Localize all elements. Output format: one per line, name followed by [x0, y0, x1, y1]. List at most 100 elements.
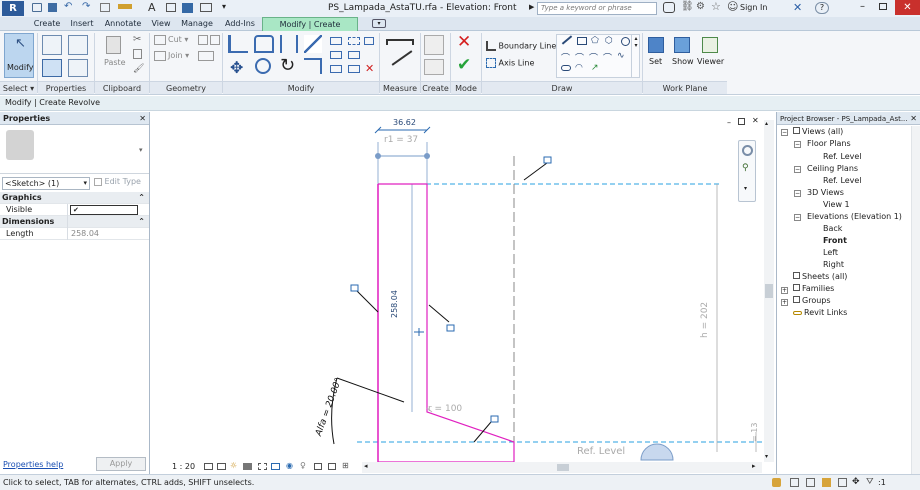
- tree-item-floor-plans[interactable]: Floor Plans: [807, 139, 851, 149]
- nav-dropdown-icon[interactable]: ▾: [744, 185, 747, 192]
- lock-icon[interactable]: [543, 156, 552, 164]
- viewer-button[interactable]: Viewer: [697, 35, 725, 75]
- detail-level-icon[interactable]: [204, 463, 213, 470]
- close-icon[interactable]: ✕: [139, 112, 146, 125]
- move-icon[interactable]: ✥: [230, 58, 243, 77]
- dim-grip[interactable]: [424, 153, 430, 159]
- pin-icon[interactable]: [330, 51, 342, 59]
- tree-item-back[interactable]: Back: [823, 224, 842, 234]
- close-window-button[interactable]: ✕: [895, 0, 920, 15]
- reveal-hidden-icon[interactable]: ♀: [300, 461, 306, 470]
- aligned-dimension-icon[interactable]: [391, 50, 413, 66]
- level-head-icon[interactable]: [640, 443, 674, 461]
- measure-between-icon[interactable]: [386, 39, 414, 45]
- minimize-view-icon[interactable]: –: [727, 118, 731, 127]
- search-dropdown-icon[interactable]: ▶: [529, 3, 534, 11]
- maximize-icon[interactable]: [879, 3, 887, 10]
- app-menu-button[interactable]: R: [2, 1, 24, 16]
- draw-tools-gallery[interactable]: ⬠ ⬡ ⌒ ⌒ ⌒ ⌒ ∿ ◠ ↗ ▴ ▾: [556, 34, 640, 78]
- polygon-icon[interactable]: ⬠: [591, 36, 599, 46]
- drag-elements-icon[interactable]: ✥: [852, 475, 860, 490]
- tab-manage[interactable]: Manage: [177, 17, 217, 31]
- shadows-icon[interactable]: [243, 463, 252, 470]
- tree-item-views-all[interactable]: Views (all): [793, 127, 843, 137]
- tab-add-ins[interactable]: Add-Ins: [221, 17, 259, 31]
- trim-extend-icon[interactable]: [304, 58, 322, 74]
- modify-tool-button[interactable]: ↖ Modify: [4, 33, 34, 78]
- offset-icon[interactable]: [254, 35, 274, 53]
- help-button[interactable]: ?: [815, 2, 829, 14]
- drawing-area[interactable]: 36.62 r1 = 37 258.04 h = 202 r = 100 Alf…: [152, 112, 774, 474]
- tree-item-elevations[interactable]: Elevations (Elevation 1): [807, 212, 902, 222]
- select-underlay-icon[interactable]: [806, 478, 815, 487]
- create-group-icon[interactable]: [424, 59, 444, 75]
- scroll-thumb[interactable]: [557, 464, 569, 471]
- tree-item-left[interactable]: Left: [823, 248, 838, 258]
- dimension-r-label[interactable]: r = 100: [428, 404, 462, 414]
- delete-icon[interactable]: ✕: [365, 62, 374, 75]
- split-face-icon[interactable]: [210, 35, 220, 45]
- rotate-icon[interactable]: ↻: [280, 55, 295, 76]
- temp-hide-icon[interactable]: ◉: [286, 461, 293, 470]
- expand-groups-icon[interactable]: +: [781, 299, 788, 306]
- collapse-views-icon[interactable]: −: [781, 129, 788, 136]
- spline-icon[interactable]: ∿: [617, 51, 625, 61]
- property-row-visible[interactable]: Visible ✔: [0, 204, 149, 216]
- select-by-face-icon[interactable]: [838, 478, 847, 487]
- tree-item-families[interactable]: Families: [793, 284, 834, 294]
- filter-count[interactable]: :1: [878, 475, 886, 490]
- cancel-edit-icon[interactable]: ✕: [457, 32, 471, 52]
- properties-toggle-icon[interactable]: [42, 59, 62, 77]
- paste-button[interactable]: Paste: [100, 34, 128, 74]
- finish-edit-icon[interactable]: ✔: [457, 55, 471, 75]
- inscribed-polygon-icon[interactable]: ⬡: [605, 36, 613, 46]
- switch-windows-icon[interactable]: [200, 3, 212, 12]
- exchange-apps-icon[interactable]: ✕: [793, 1, 802, 14]
- close-icon[interactable]: ✕: [910, 112, 917, 125]
- dimension-length-label[interactable]: 258.04: [390, 290, 399, 318]
- circle-icon[interactable]: [621, 37, 630, 46]
- filter-icon[interactable]: ⛛: [866, 475, 874, 490]
- expand-families-icon[interactable]: +: [781, 287, 788, 294]
- join-icon[interactable]: [154, 51, 166, 61]
- tree-item-ceiling-ref-level[interactable]: Ref. Level: [823, 176, 862, 186]
- view-scale[interactable]: 1 : 20: [172, 462, 195, 471]
- search-input[interactable]: Type a keyword or phrase: [537, 2, 657, 15]
- create-similar-icon[interactable]: [424, 35, 444, 55]
- print-icon[interactable]: [100, 3, 110, 12]
- horizontal-scrollbar[interactable]: ◂ ▸: [362, 462, 762, 473]
- dimension-h-label[interactable]: h = 202: [700, 302, 710, 338]
- cope-icon[interactable]: [154, 35, 166, 45]
- undo-icon[interactable]: ↶: [64, 1, 72, 12]
- favorites-icon[interactable]: ☆: [711, 0, 721, 13]
- copy-element-icon[interactable]: [255, 58, 271, 74]
- edit-type-button[interactable]: Edit Type: [94, 177, 141, 186]
- type-selector[interactable]: <Sketch> (1) ▾: [2, 177, 90, 190]
- tree-item-view-1[interactable]: View 1: [823, 200, 850, 210]
- sign-in-link[interactable]: Sign In: [740, 3, 767, 12]
- crop-view-icon[interactable]: [258, 463, 267, 470]
- set-button[interactable]: Set: [646, 35, 668, 75]
- close-view-icon[interactable]: ✕: [752, 116, 759, 125]
- type-preview[interactable]: ▾: [0, 126, 149, 174]
- properties-type-icon[interactable]: [42, 35, 62, 55]
- select-links-icon[interactable]: [790, 478, 799, 487]
- align-icon[interactable]: [228, 35, 248, 53]
- panel-toggle-icon[interactable]: ▾: [372, 19, 386, 28]
- pick-lines-icon[interactable]: ↗: [591, 63, 599, 73]
- collapse-ceiling-plans-icon[interactable]: −: [794, 166, 801, 173]
- axis-line-button[interactable]: Axis Line: [486, 58, 534, 68]
- copy-icon[interactable]: [133, 49, 142, 59]
- dimension-13-label[interactable]: = 13: [750, 423, 759, 442]
- tree-item-floor-ref-level[interactable]: Ref. Level: [823, 152, 862, 162]
- panel-select[interactable]: Select ▾: [0, 81, 37, 94]
- tab-annotate[interactable]: Annotate: [101, 17, 145, 31]
- text-icon[interactable]: A: [148, 1, 156, 14]
- dimension-r1-label[interactable]: r1 = 37: [384, 135, 418, 145]
- family-types-icon[interactable]: [68, 59, 88, 77]
- analysis-display-icon[interactable]: [328, 463, 336, 470]
- steering-wheel-icon[interactable]: [742, 145, 753, 156]
- collapse-3d-views-icon[interactable]: −: [794, 190, 801, 197]
- boundary-line-button[interactable]: Boundary Line: [486, 41, 556, 51]
- show-button[interactable]: Show: [671, 35, 695, 75]
